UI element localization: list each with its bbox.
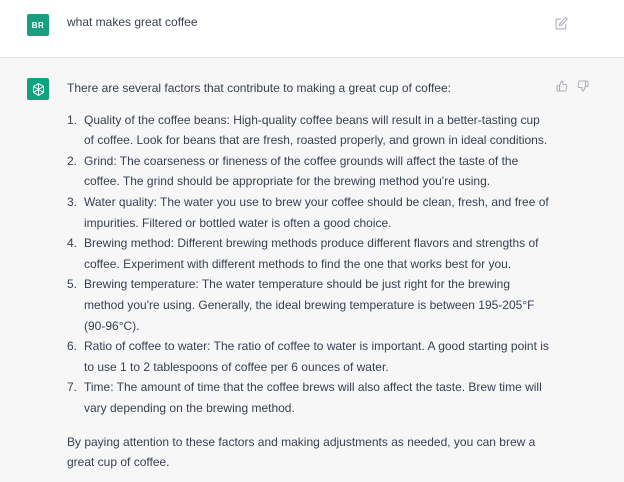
list-item-number: 6. [67,339,78,354]
assistant-message-content: There are several factors that contribut… [67,78,552,473]
list-item-text: Quality of the coffee beans: High-qualit… [84,112,548,148]
list-item-number: 3. [67,194,78,209]
thumbs-up-icon [556,80,568,92]
thumbs-down-button[interactable] [576,78,590,94]
factor-list: 1. Quality of the coffee beans: High-qual… [67,110,552,419]
list-item-text: Brewing temperature: The water temperatu… [84,277,535,333]
openai-logo-icon [32,82,44,96]
list-item-text: Water quality: The water you use to brew… [84,194,549,230]
user-message-text: what makes great coffee [67,15,198,29]
list-item-number: 7. [67,380,78,395]
list-item: 7. Time: The amount of time that the coff… [67,377,552,418]
list-item: 3. Water quality: The water you use to br… [67,192,552,233]
assistant-outro: By paying attention to these factors and… [67,434,536,470]
list-item-number: 5. [67,277,78,292]
list-item: 1. Quality of the coffee beans: High-qual… [67,110,552,151]
list-item-number: 2. [67,153,78,168]
assistant-avatar [27,78,49,100]
list-item: 6. Ratio of coffee to water: The ratio of… [67,336,552,377]
list-item-text: Ratio of coffee to water: The ratio of c… [84,339,549,374]
assistant-intro: There are several factors that contribut… [67,81,451,95]
list-item-text: Brewing method: Different brewing method… [84,236,539,271]
edit-icon [555,16,568,29]
list-item: 5. Brewing temperature: The water tempera… [67,274,552,336]
user-avatar: BR [27,14,49,36]
list-item-number: 4. [67,236,78,251]
list-item-number: 1. [67,112,78,127]
list-item: 4. Brewing method: Different brewing meth… [67,233,552,274]
user-message-row: BR what makes great coffee [0,0,624,58]
edit-button[interactable] [553,15,569,31]
thumbs-up-button[interactable] [555,78,569,94]
list-item-text: Grind: The coarseness or fineness of the… [84,153,519,189]
list-item: 2. Grind: The coarseness or fineness of t… [67,151,552,192]
thumbs-down-icon [577,80,589,92]
assistant-message-row: There are several factors that contribut… [0,58,624,482]
list-item-text: Time: The amount of time that the coffee… [84,380,542,415]
